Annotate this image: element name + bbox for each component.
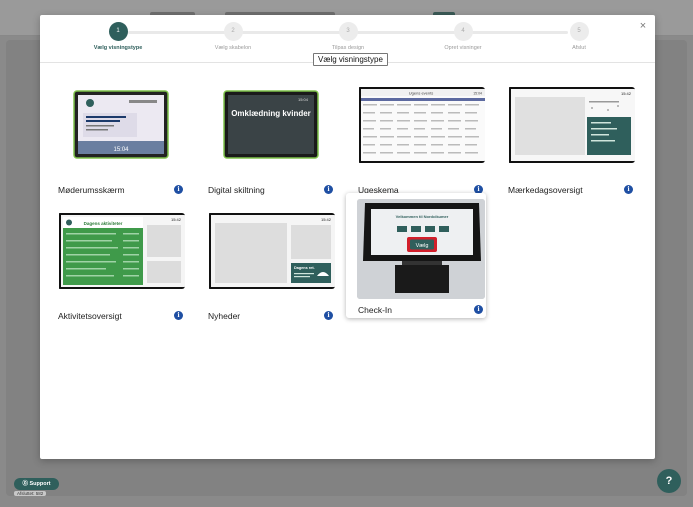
news-thumbnail: 15:42 Dagens ret. [207,213,335,289]
version-label: Afsluttet: 582 [14,491,47,496]
view-type-label: Mærkedagsoversigt [508,185,583,195]
view-type-label: Digital skiltning [208,185,265,195]
tv-stand [119,287,126,289]
view-type-card-meeting-room[interactable]: 15:04 Møderumsskærm i [46,87,186,209]
step-tooltip: Vælg visningstype [313,53,388,66]
tv-stand [269,287,276,289]
birthdays-thumbnail: 15:42 [507,87,635,163]
signage-thumb-text: Omklædning kvinder [231,109,311,118]
info-icon[interactable]: i [174,311,183,320]
view-type-label: Nyheder [208,311,241,321]
view-type-card-weekly-schedule[interactable]: Ugens events 15:04 Ugeskema i [346,87,486,209]
view-type-card-birthdays[interactable]: 15:42 Mærkedagsoversigt i [496,87,636,209]
step-label: Tilpas design [331,45,365,51]
tv-stand [419,161,426,163]
template-wizard-modal: × 1 Vælg visningstype 2 Vælg skabelon 3 … [40,15,655,459]
step-choose-view-type[interactable]: 1 Vælg visningstype [58,22,178,51]
step-number: 5 [569,22,589,41]
support-button[interactable]: ⓪ Support [14,478,59,490]
view-type-label: Møderumsskærm [58,185,125,195]
meeting-room-thumbnail: 15:04 [57,87,185,163]
view-type-card-check-in[interactable]: Velkommen til Nordcikumer Vælg Check-In … [346,193,486,318]
weekly-thumb-title: Ugens events [409,91,433,96]
check-in-thumb-title: Velkommen til Nordcikumer [396,214,449,219]
weekly-thumb-time: 15:04 [473,92,482,96]
view-type-card-activities[interactable]: Dagens aktiviteter 15:42 Aktivitetsovers… [46,213,186,335]
info-icon[interactable]: i [174,185,183,194]
view-type-label: Aktivitetsoversigt [58,311,122,321]
meeting-thumb-time: 15:04 [113,147,129,153]
step-label: Vælg skabelon [214,45,252,51]
weekly-schedule-thumbnail: Ugens events 15:04 [357,87,485,163]
info-icon[interactable]: i [324,185,333,194]
step-label: Vælg visningstype [93,45,143,51]
birthdays-thumb-time: 15:42 [621,91,632,96]
activities-thumb-time: 15:42 [171,217,182,222]
step-choose-template[interactable]: 2 Vælg skabelon [173,22,293,51]
help-button[interactable]: ? [657,469,681,493]
info-icon[interactable]: i [324,311,333,320]
news-thumb-caption: Dagens ret. [294,266,315,270]
digital-signage-thumbnail: 15:04 Omklædning kvinder [207,87,335,163]
view-type-card-news[interactable]: 15:42 Dagens ret. Nyheder i [196,213,336,335]
step-number: 2 [223,22,243,41]
step-label: Opret visninger [444,45,482,51]
view-type-card-digital-signage[interactable]: 15:04 Omklædning kvinder Digital skiltni… [196,87,336,209]
check-in-thumb-button: Vælg [416,243,429,249]
info-icon[interactable]: i [474,305,483,314]
step-number: 3 [338,22,358,41]
step-label: Afslut [572,45,586,51]
activities-thumb-title: Dagens aktiviteter [84,221,123,226]
tv-stand [569,161,576,163]
step-number: 1 [108,22,128,41]
step-finish[interactable]: 5 Afslut [519,22,639,51]
info-icon[interactable]: i [624,185,633,194]
view-type-label: Check-In [358,305,393,315]
step-customize-design[interactable]: 3 Tilpas design [288,22,408,51]
activities-thumbnail: Dagens aktiviteter 15:42 [57,213,185,289]
check-in-thumbnail: Velkommen til Nordcikumer Vælg [357,199,485,299]
signage-thumb-time: 15:04 [298,97,309,102]
step-number: 4 [453,22,473,41]
news-thumb-time: 15:42 [321,217,332,222]
step-create-views[interactable]: 4 Opret visninger [403,22,523,51]
